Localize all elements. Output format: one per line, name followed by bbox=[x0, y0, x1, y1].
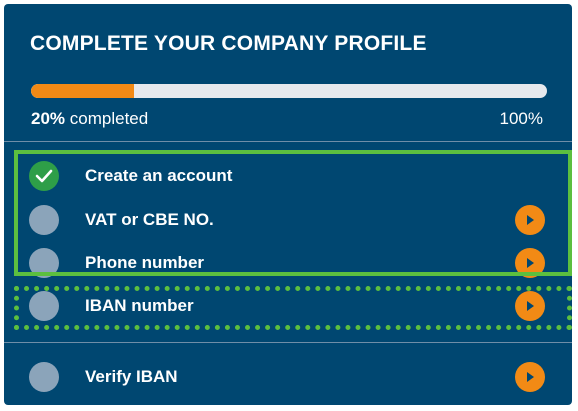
play-arrow-icon[interactable] bbox=[515, 362, 545, 392]
divider bbox=[4, 342, 572, 343]
pending-circle-icon bbox=[29, 362, 59, 392]
divider bbox=[4, 141, 572, 142]
progress-percent: 20% bbox=[31, 109, 66, 128]
progress-max-label: 100% bbox=[499, 109, 543, 128]
step-verify-iban[interactable]: Verify IBAN bbox=[4, 358, 572, 398]
step-label: Verify IBAN bbox=[85, 367, 178, 386]
highlight-box-dotted bbox=[14, 286, 572, 330]
progress-status: 20% completed bbox=[31, 109, 148, 129]
progress-bar-fill bbox=[31, 84, 135, 98]
highlight-box-solid bbox=[14, 150, 572, 276]
progress-bar bbox=[31, 84, 547, 98]
card-title: COMPLETE YOUR COMPANY PROFILE bbox=[30, 32, 427, 55]
progress-completed-label: completed bbox=[69, 109, 149, 128]
